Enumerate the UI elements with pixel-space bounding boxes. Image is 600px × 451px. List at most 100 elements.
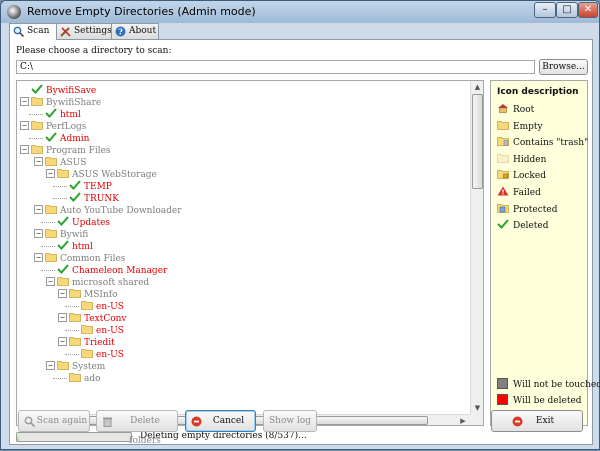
folder-icon [57,168,69,178]
tab-scan-label: Scan [27,26,50,36]
cancel-button[interactable]: Cancel [185,410,256,432]
tree-expander-icon[interactable]: − [34,229,43,238]
folder-icon [57,360,69,370]
tree-row[interactable]: en-US [81,324,124,336]
tree-expander-icon[interactable]: − [20,145,29,154]
tab-about[interactable]: ? About [111,23,159,39]
tree-expander-icon[interactable]: − [34,205,43,214]
tree-row[interactable]: Admin [45,132,89,144]
tree-item-label: Bywifi [60,230,89,240]
tab-about-label: About [129,26,157,36]
show-log-button[interactable]: Show log [263,410,317,432]
tree-expander-icon[interactable]: − [20,97,29,106]
tree-expander-icon[interactable]: − [34,157,43,166]
info-icon: ? [115,26,126,37]
checkmark-icon [31,84,43,94]
trash-icon [103,417,112,427]
tree-row[interactable]: Bywifi [45,228,88,240]
tree-row[interactable]: ASUS [45,156,86,168]
legend-item: Empty [497,120,543,132]
directory-tree[interactable]: BywifiSave − BywifiShare html − PerfLogs Admin… [16,80,484,426]
tree-row[interactable]: System [57,360,105,372]
directory-path-input[interactable] [16,60,535,74]
color-swatch [497,394,508,405]
folder-icon [31,120,43,130]
tree-item-label: ASUS WebStorage [72,170,157,180]
window-title: Remove Empty Directories (Admin mode) [27,5,256,18]
tree-expander-icon[interactable]: − [58,313,67,322]
legend-color-item: Will not be touched [497,378,600,390]
tools-icon [60,27,71,37]
tree-expander-icon[interactable]: − [34,253,43,262]
tree-item-label: en-US [96,326,124,336]
tree-item-label: BywifiSave [46,86,97,96]
folder-icon [31,96,43,106]
tree-row[interactable]: en-US [81,348,124,360]
browse-button[interactable]: Browse... [539,59,588,75]
tree-row[interactable]: ado [69,372,101,384]
scroll-right-arrow[interactable]: ▶ [457,415,469,425]
tree-connector [53,198,67,199]
tree-expander-icon[interactable]: − [58,337,67,346]
tree-row[interactable]: TextConv [69,312,127,324]
tree-vertical-scrollbar[interactable]: ▲ ▼ [470,81,483,414]
tree-row[interactable]: PerfLogs [31,120,86,132]
tree-item-label: Chameleon Manager [72,266,168,276]
tree-row[interactable]: Updates [57,216,110,228]
tree-row[interactable]: microsoft shared [57,276,149,288]
tree-row[interactable]: html [45,108,81,120]
tree-row[interactable]: Common Files [45,252,125,264]
close-button[interactable]: ✕ [578,2,598,18]
tree-item-label: BywifiShare [46,98,102,108]
legend-color-label: Will not be touched [513,380,600,390]
tree-row[interactable]: Auto YouTube Downloader [45,204,182,216]
tree-item-label: html [60,110,81,120]
legend-item-label: Protected [513,204,558,215]
tree-row[interactable]: BywifiSave [31,84,96,96]
legend-item-label: Hidden [513,154,547,165]
tree-row[interactable]: Program Files [31,144,111,156]
folder-icon [45,252,57,262]
tree-row[interactable]: BywifiShare [31,96,101,108]
tree-row[interactable]: html [57,240,93,252]
legend-item: Locked [497,169,546,181]
scroll-down-arrow[interactable]: ▼ [471,402,483,414]
scroll-up-arrow[interactable]: ▲ [471,81,483,93]
tree-row[interactable]: en-US [81,300,124,312]
tree-connector [41,246,55,247]
tab-settings[interactable]: Settings [56,23,112,39]
tree-row[interactable]: Triedit [69,336,115,348]
tree-expander-icon[interactable]: − [46,277,55,286]
legend-item-label: Failed [513,188,541,198]
tree-row[interactable]: Chameleon Manager [57,264,167,276]
delete-folders-button[interactable]: Delete folders [96,410,178,446]
tree-item-label: System [72,362,106,372]
tree-item-label: ado [84,374,101,384]
tree-item-label: en-US [96,350,124,360]
scan-again-button[interactable]: Scan again [18,410,90,432]
tree-expander-icon[interactable]: − [46,361,55,370]
empty-folder-icon [497,120,509,130]
vertical-scroll-thumb[interactable] [472,94,483,189]
protected-folder-icon [497,203,509,213]
legend-item: Root [497,103,534,115]
tree-expander-icon[interactable]: − [46,169,55,178]
tab-scan[interactable]: Scan [9,23,57,40]
title-bar[interactable]: Remove Empty Directories (Admin mode) – … [1,1,599,23]
tree-row[interactable]: TRUNK [69,192,119,204]
folder-icon [81,300,93,310]
checkmark-icon [57,240,69,250]
tree-expander-icon[interactable]: − [58,289,67,298]
progress-fill [17,433,19,441]
exit-button[interactable]: Exit [491,410,583,432]
legend-item: Hidden [497,153,546,165]
legend-item-label: Locked [513,171,546,182]
minimize-button[interactable]: – [534,2,556,18]
tree-expander-icon[interactable]: − [20,121,29,130]
tree-connector [65,330,79,331]
maximize-button[interactable]: □ [556,2,578,18]
tree-row[interactable]: MSInfo [69,288,117,300]
tree-row[interactable]: ASUS WebStorage [57,168,157,180]
tree-item-label: Admin [60,134,90,144]
tree-row[interactable]: TEMP [69,180,112,192]
